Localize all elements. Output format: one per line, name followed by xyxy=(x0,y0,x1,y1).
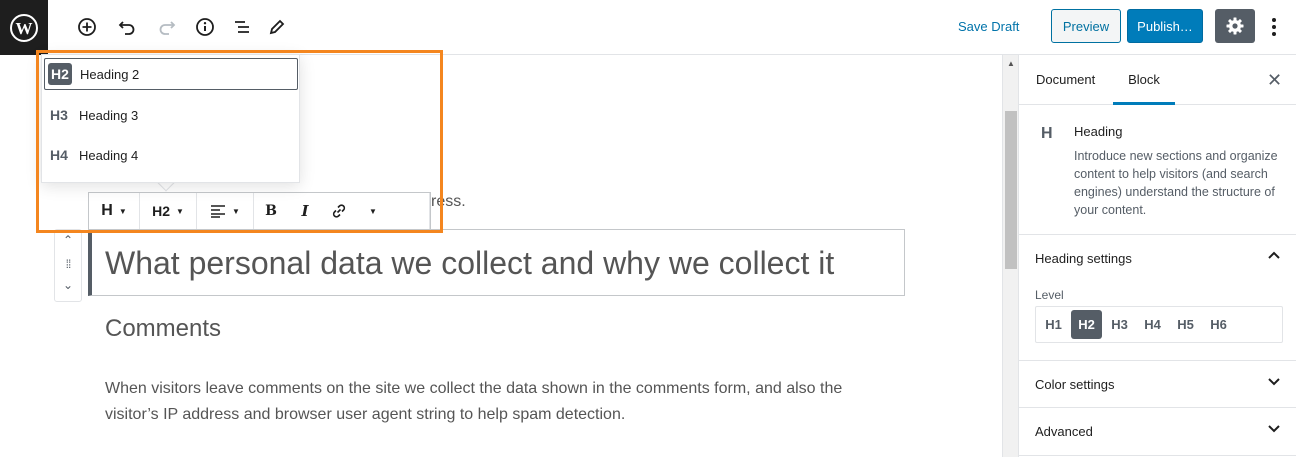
undo-icon[interactable] xyxy=(114,14,140,40)
scroll-up-arrow-icon[interactable]: ▲ xyxy=(1007,59,1015,68)
settings-sidebar: Document Block ✕ H Heading Introduce new… xyxy=(1018,55,1296,457)
heading-block-icon: H xyxy=(101,202,113,219)
more-rich-text-chevron-icon[interactable]: ▼ xyxy=(356,193,390,229)
scrollbar-thumb[interactable] xyxy=(1005,111,1017,269)
redo-icon[interactable] xyxy=(154,14,180,40)
link-icon[interactable] xyxy=(322,193,356,229)
heading-level-label: H2 xyxy=(152,203,170,219)
publish-button[interactable]: Publish… xyxy=(1127,9,1203,43)
level-h1-button[interactable]: H1 xyxy=(1038,310,1069,339)
panel-title: Heading settings xyxy=(1035,251,1132,266)
advanced-panel-header[interactable]: Advanced xyxy=(1019,408,1296,456)
block-type-switcher[interactable]: H ▼ xyxy=(89,193,140,229)
block-card: H Heading Introduce new sections and org… xyxy=(1019,105,1296,235)
more-menu-icon[interactable] xyxy=(1264,14,1284,40)
heading-level-menu: H2 Heading 2 H3 Heading 3 H4 Heading 4 xyxy=(41,54,300,183)
menu-item-heading-4[interactable]: H4 Heading 4 xyxy=(44,139,298,171)
heading-4-badge-icon: H4 xyxy=(50,147,68,163)
drag-handle-icon[interactable]: ⁞⁞ xyxy=(55,257,81,271)
level-h3-button[interactable]: H3 xyxy=(1104,310,1135,339)
editor-scrollbar[interactable]: ▲ xyxy=(1002,55,1018,457)
align-dropdown[interactable]: ▼ xyxy=(197,193,254,229)
settings-gear-icon[interactable] xyxy=(1215,9,1255,43)
heading-level-dropdown[interactable]: H2 ▼ xyxy=(140,193,197,229)
add-block-icon[interactable] xyxy=(74,14,100,40)
heading-3-badge-icon: H3 xyxy=(50,107,68,123)
level-h6-button[interactable]: H6 xyxy=(1203,310,1234,339)
move-up-chevron-icon[interactable]: ⌃ xyxy=(55,233,81,247)
italic-icon[interactable]: I xyxy=(288,193,322,229)
menu-item-label: Heading 4 xyxy=(79,147,139,163)
level-label: Level xyxy=(1035,288,1064,302)
sidebar-tabs: Document Block ✕ xyxy=(1019,55,1296,105)
block-card-description: Introduce new sections and organize cont… xyxy=(1074,149,1278,217)
tab-document[interactable]: Document xyxy=(1036,55,1095,105)
wordpress-logo-icon[interactable]: W xyxy=(0,0,48,55)
level-h5-button[interactable]: H5 xyxy=(1170,310,1201,339)
menu-item-heading-2[interactable]: H2 Heading 2 xyxy=(44,58,298,90)
menu-item-label: Heading 2 xyxy=(80,66,140,82)
heading-block-icon: H xyxy=(1041,125,1053,142)
chevron-down-icon: ▼ xyxy=(232,206,240,216)
close-icon[interactable]: ✕ xyxy=(1267,70,1282,91)
comments-heading[interactable]: Comments xyxy=(105,315,221,343)
format-group: B I ▼ xyxy=(254,193,430,229)
chevron-down-icon xyxy=(1267,374,1281,390)
preview-button[interactable]: Preview xyxy=(1051,9,1121,43)
panel-title: Color settings xyxy=(1035,377,1115,392)
tools-pencil-icon[interactable] xyxy=(264,14,290,40)
menu-item-label: Heading 3 xyxy=(79,107,139,123)
chevron-down-icon: ▼ xyxy=(175,206,184,216)
paragraph-fragment: ress. xyxy=(431,193,466,210)
heading-settings-panel-header[interactable]: Heading settings xyxy=(1019,235,1296,275)
menu-item-heading-3[interactable]: H3 Heading 3 xyxy=(44,99,298,131)
heading-level-toolbar: H1 H2 H3 H4 H5 H6 xyxy=(1035,306,1283,343)
svg-text:W: W xyxy=(16,19,33,38)
tab-block[interactable]: Block xyxy=(1113,55,1175,105)
panel-title: Advanced xyxy=(1035,424,1093,439)
level-h2-button[interactable]: H2 xyxy=(1071,310,1102,339)
outline-icon[interactable] xyxy=(229,14,255,40)
chevron-up-icon xyxy=(1267,247,1281,263)
block-mover: ⌃ ⁞⁞ ⌄ xyxy=(54,229,82,302)
level-h4-button[interactable]: H4 xyxy=(1137,310,1168,339)
top-toolbar: W Save Draft Preview Publish… xyxy=(0,0,1296,55)
comments-paragraph[interactable]: When visitors leave comments on the site… xyxy=(105,376,885,428)
info-icon[interactable] xyxy=(192,14,218,40)
save-draft-button[interactable]: Save Draft xyxy=(958,17,1019,37)
bold-icon[interactable]: B xyxy=(254,193,288,229)
heading-block-text[interactable]: What personal data we collect and why we… xyxy=(105,245,834,282)
color-settings-panel-header[interactable]: Color settings xyxy=(1019,360,1296,408)
chevron-down-icon xyxy=(1267,421,1281,437)
block-card-title: Heading xyxy=(1074,124,1123,139)
move-down-chevron-icon[interactable]: ⌄ xyxy=(55,278,81,292)
block-toolbar: H ▼ H2 ▼ ▼ B I ▼ xyxy=(88,192,431,230)
align-left-icon xyxy=(210,193,226,229)
chevron-down-icon: ▼ xyxy=(118,206,127,216)
heading-2-badge-icon: H2 xyxy=(48,63,72,85)
